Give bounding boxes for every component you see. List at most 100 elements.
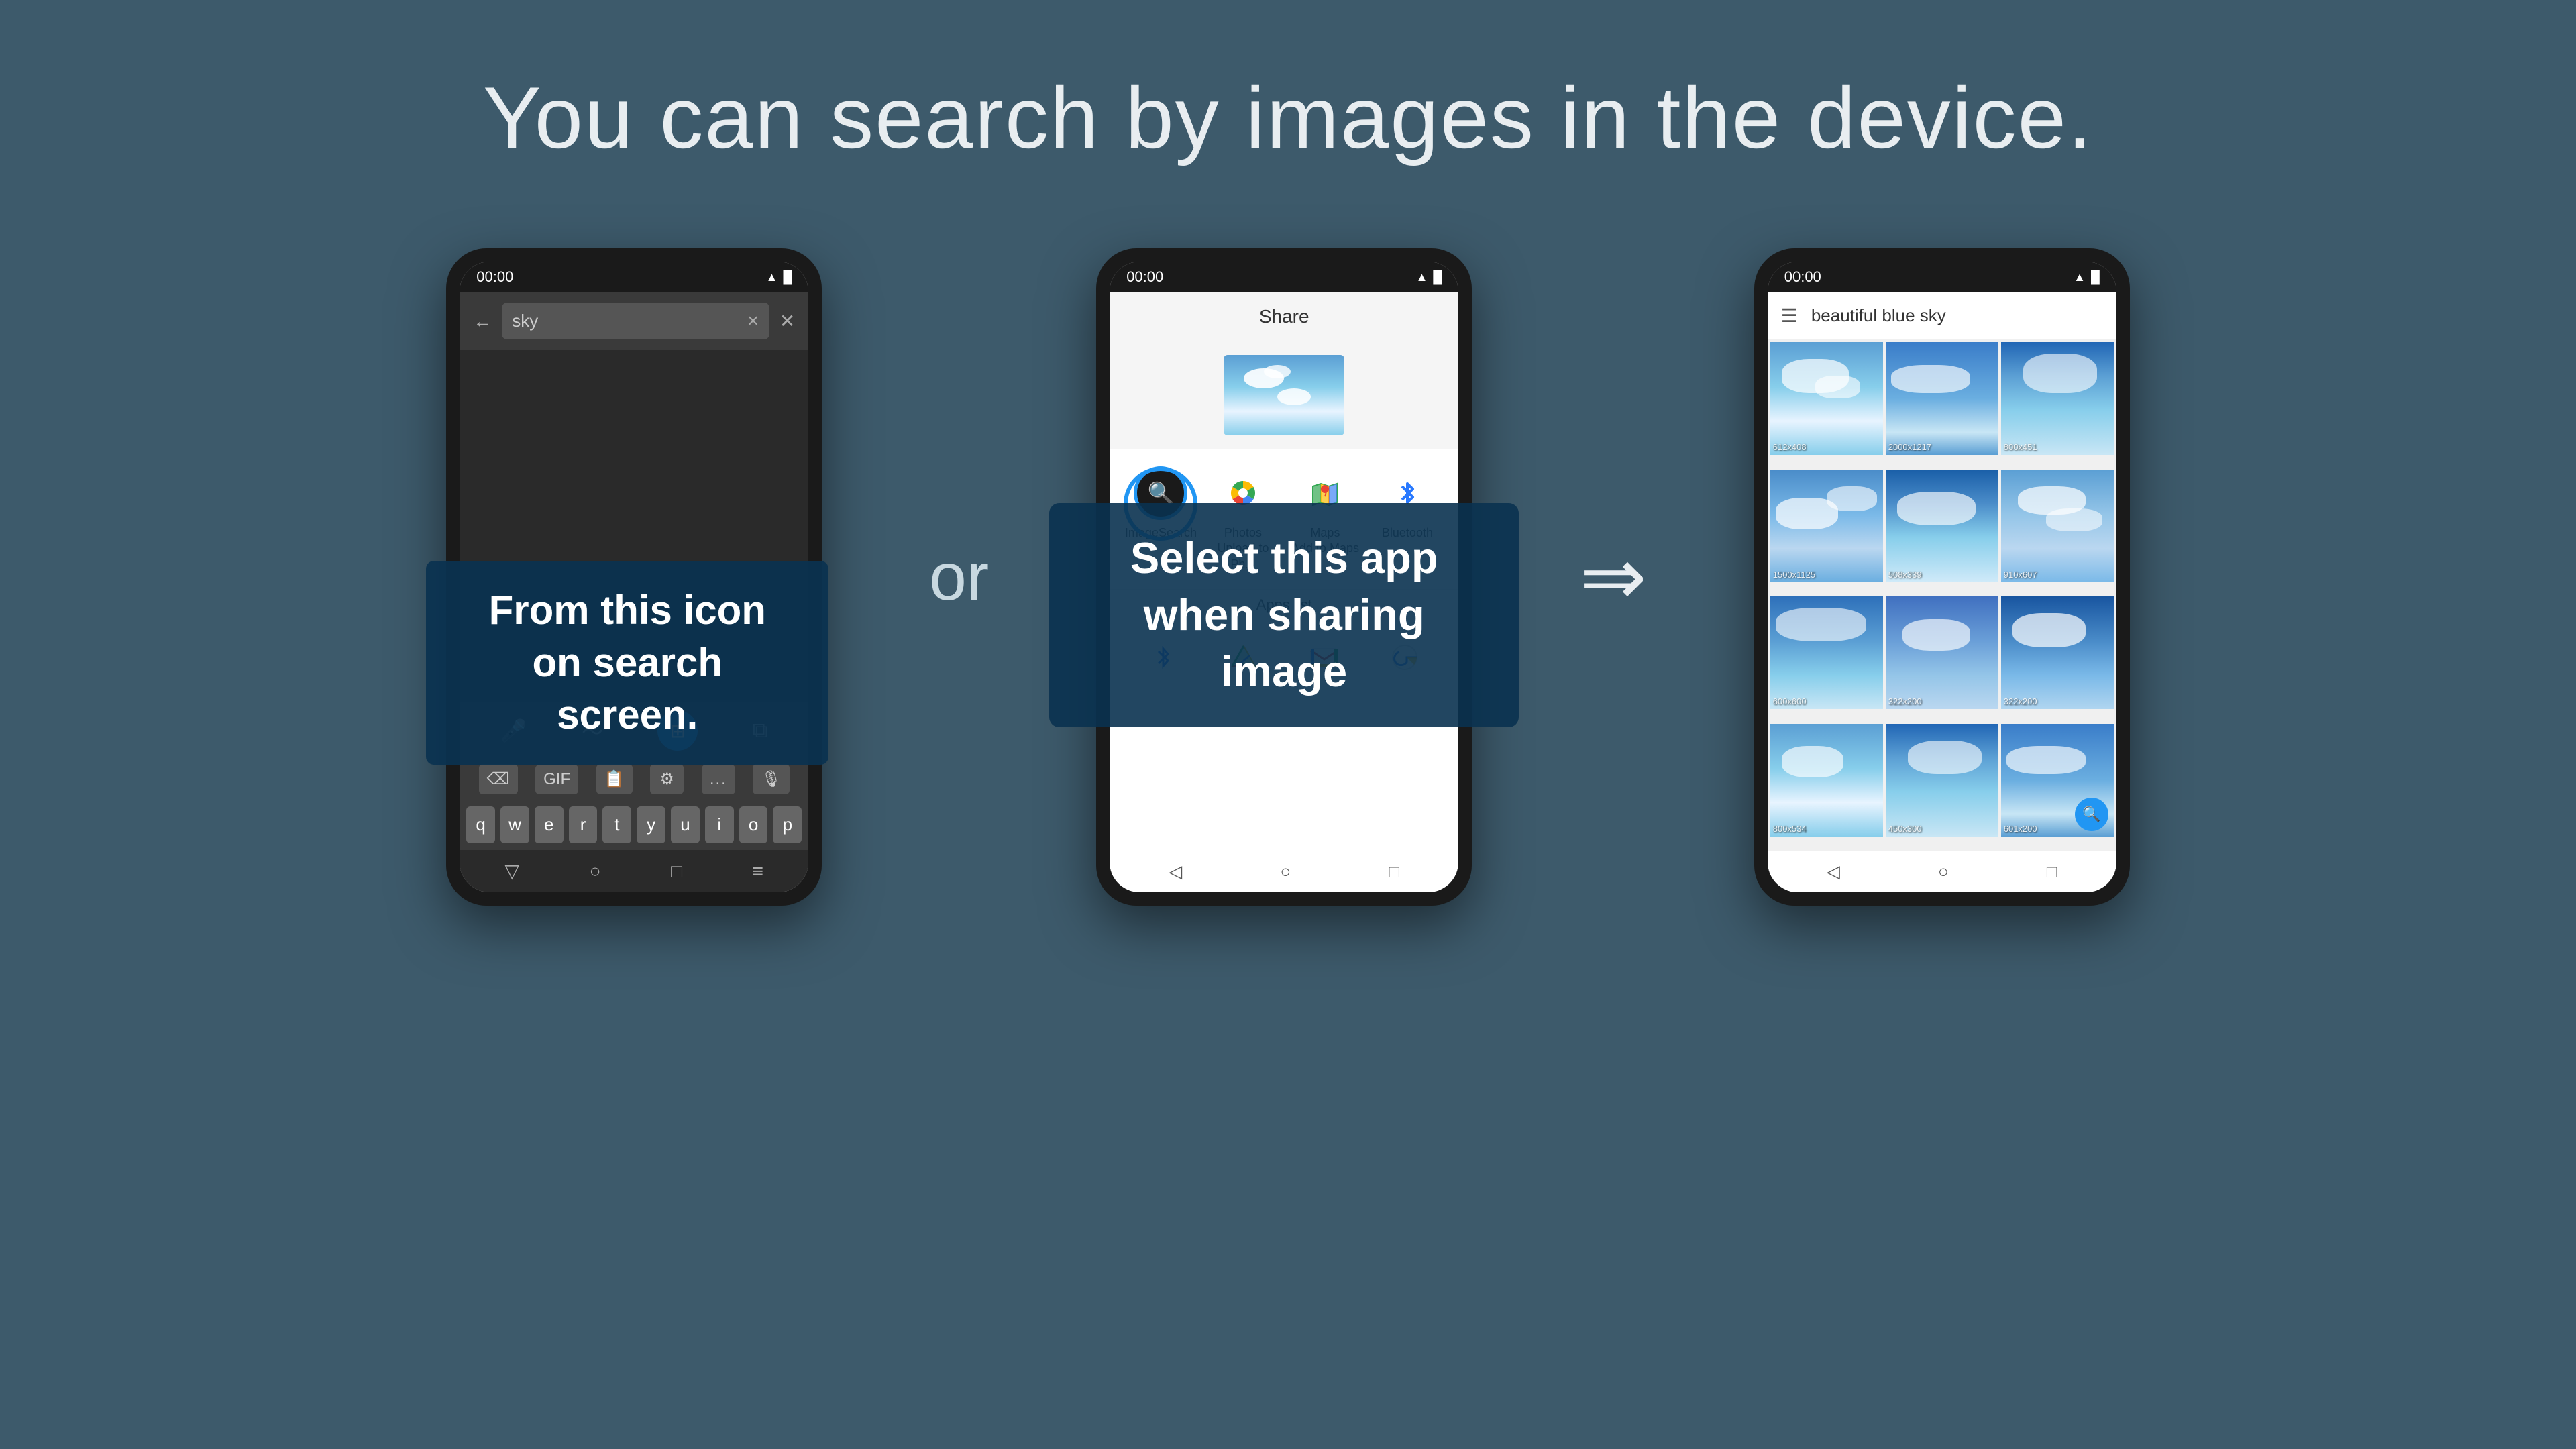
key-t[interactable]: t <box>602 806 631 843</box>
phone3-results-grid: 612x408 2000x1217 800x451 1500x112 <box>1768 339 2116 851</box>
thumb-9[interactable]: 322x200 <box>2001 596 2114 709</box>
phone2-time: 00:00 <box>1126 268 1163 286</box>
phone2-share-header: Share <box>1110 292 1458 341</box>
tooltip2-line2: when sharing image <box>1144 590 1425 696</box>
thumb-7[interactable]: 600x600 <box>1770 596 1883 709</box>
phone3: 00:00 ▲ █ ☰ beautiful blue sky 612x408 <box>1754 248 2130 906</box>
tooltip2-text: Select this app when sharing image <box>1089 530 1479 700</box>
more-key[interactable]: ... <box>702 765 735 794</box>
key-i[interactable]: i <box>705 806 734 843</box>
thumb-11[interactable]: 450x300 <box>1886 724 1998 837</box>
phone1-nav-bar: ▽ ○ □ ≡ <box>460 850 808 892</box>
nav-recents-icon[interactable]: □ <box>671 861 682 882</box>
signal-icon3: █ <box>2091 270 2100 284</box>
close-search-icon[interactable]: ✕ <box>780 310 795 332</box>
voice-key[interactable]: 🎙 <box>753 764 789 794</box>
phone2-nav-bar: ◁ ○ □ <box>1110 851 1458 892</box>
thumb-4[interactable]: 1500x1125 <box>1770 470 1883 582</box>
signal-icon2: █ <box>1433 270 1442 284</box>
phone2-wrapper: 00:00 ▲ █ Share <box>1096 248 1472 906</box>
results-title: beautiful blue sky <box>1811 305 1946 326</box>
phone1-time: 00:00 <box>476 268 513 286</box>
nav-back-icon[interactable]: ▽ <box>505 860 520 882</box>
phone3-status-icons: ▲ █ <box>2074 270 2100 284</box>
back-key[interactable]: ⌫ <box>479 764 518 794</box>
thumb-3-size: 800x451 <box>2004 442 2037 452</box>
key-r[interactable]: r <box>569 806 598 843</box>
keyboard-keys-row: q w e r t y u i o p <box>466 806 802 843</box>
thumb-6[interactable]: 910x607 <box>2001 470 2114 582</box>
wifi-icon2: ▲ <box>1416 270 1428 284</box>
phone1-wrapper: 00:00 ▲ █ ← sky ✕ ✕ <box>446 248 822 906</box>
nav-extra-icon[interactable]: ≡ <box>753 861 763 882</box>
nav2-home-icon[interactable]: ○ <box>1280 861 1291 882</box>
nav3-back-icon[interactable]: ◁ <box>1827 861 1840 882</box>
arrow-connector: ⇒ <box>1579 531 1647 624</box>
key-u[interactable]: u <box>671 806 700 843</box>
thumb-12-size: 601x200 <box>2004 824 2037 834</box>
phone1-search-bar: ← sky ✕ ✕ <box>460 292 808 350</box>
thumb-10[interactable]: 800x534 <box>1770 724 1883 837</box>
search-input-area[interactable]: sky ✕ <box>502 303 769 339</box>
thumb-9-size: 322x200 <box>2004 696 2037 706</box>
thumb-6-size: 910x607 <box>2004 570 2037 580</box>
page-title: You can search by images in the device. <box>0 0 2576 168</box>
phone3-results-header: ☰ beautiful blue sky <box>1768 292 2116 339</box>
thumb-4-size: 1500x1125 <box>1773 570 1815 580</box>
nav3-home-icon[interactable]: ○ <box>1938 861 1949 882</box>
key-o[interactable]: o <box>739 806 768 843</box>
phone1-extra-keys: ⌫ GIF 📋 ⚙ ... 🎙 <box>460 759 808 800</box>
phone3-wrapper: 00:00 ▲ █ ☰ beautiful blue sky 612x408 <box>1754 248 2130 906</box>
thumb-2-size: 2000x1217 <box>1888 442 1931 452</box>
thumb-11-size: 450x300 <box>1888 824 1922 834</box>
phone3-screen: 00:00 ▲ █ ☰ beautiful blue sky 612x408 <box>1768 262 2116 892</box>
clear-icon[interactable]: ✕ <box>747 313 759 330</box>
gif-key[interactable]: GIF <box>535 765 578 794</box>
thumb-12[interactable]: 601x200 🔍 <box>2001 724 2114 837</box>
phone1-status-bar: 00:00 ▲ █ <box>460 262 808 292</box>
phone2-status-icons: ▲ █ <box>1416 270 1442 284</box>
thumb-7-size: 600x600 <box>1773 696 1807 706</box>
phone1-status-icons: ▲ █ <box>766 270 792 284</box>
or-connector: or <box>929 539 989 616</box>
phone2-share-image <box>1110 341 1458 449</box>
nav3-recents-icon[interactable]: □ <box>2047 861 2057 882</box>
thumb-5[interactable]: 508x339 <box>1886 470 1998 582</box>
search-text: sky <box>512 311 538 331</box>
tooltip2-line1: Select this app <box>1130 533 1438 582</box>
thumb-3[interactable]: 800x451 <box>2001 342 2114 455</box>
tooltip-from-icon: From this icon on search screen. <box>426 561 828 765</box>
signal-icon: █ <box>784 270 792 284</box>
wifi-icon3: ▲ <box>2074 270 2086 284</box>
key-e[interactable]: e <box>535 806 564 843</box>
phone3-time: 00:00 <box>1784 268 1821 286</box>
thumb-8-size: 322x200 <box>1888 696 1922 706</box>
wifi-icon: ▲ <box>766 270 778 284</box>
results-search-fab[interactable]: 🔍 <box>2075 798 2108 831</box>
thumb-1-size: 612x408 <box>1773 442 1807 452</box>
back-arrow-icon[interactable]: ← <box>473 311 492 332</box>
phone3-nav-bar: ◁ ○ □ <box>1768 851 2116 892</box>
phone1-keyboard: q w e r t y u i o p <box>460 800 808 850</box>
nav2-back-icon[interactable]: ◁ <box>1169 861 1182 882</box>
nav2-recents-icon[interactable]: □ <box>1389 861 1399 882</box>
key-y[interactable]: y <box>637 806 665 843</box>
key-w[interactable]: w <box>500 806 529 843</box>
key-q[interactable]: q <box>466 806 495 843</box>
tooltip1-line1: From this icon <box>489 588 766 633</box>
phone3-status-bar: 00:00 ▲ █ <box>1768 262 2116 292</box>
thumb-2[interactable]: 2000x1217 <box>1886 342 1998 455</box>
hamburger-icon[interactable]: ☰ <box>1781 305 1798 327</box>
tooltip1-line2: on search screen. <box>533 640 722 737</box>
nav-home-icon[interactable]: ○ <box>590 861 601 882</box>
tooltip-select-app: Select this app when sharing image <box>1049 503 1519 727</box>
settings-key[interactable]: ⚙ <box>650 764 684 794</box>
thumb-1[interactable]: 612x408 <box>1770 342 1883 455</box>
thumb-10-size: 800x534 <box>1773 824 1807 834</box>
thumb-8[interactable]: 322x200 <box>1886 596 1998 709</box>
clipboard-key[interactable]: 📋 <box>596 764 633 794</box>
main-content: 00:00 ▲ █ ← sky ✕ ✕ <box>0 248 2576 906</box>
key-p[interactable]: p <box>773 806 802 843</box>
tooltip1-text: From this icon on search screen. <box>460 584 795 741</box>
thumb-5-size: 508x339 <box>1888 570 1922 580</box>
